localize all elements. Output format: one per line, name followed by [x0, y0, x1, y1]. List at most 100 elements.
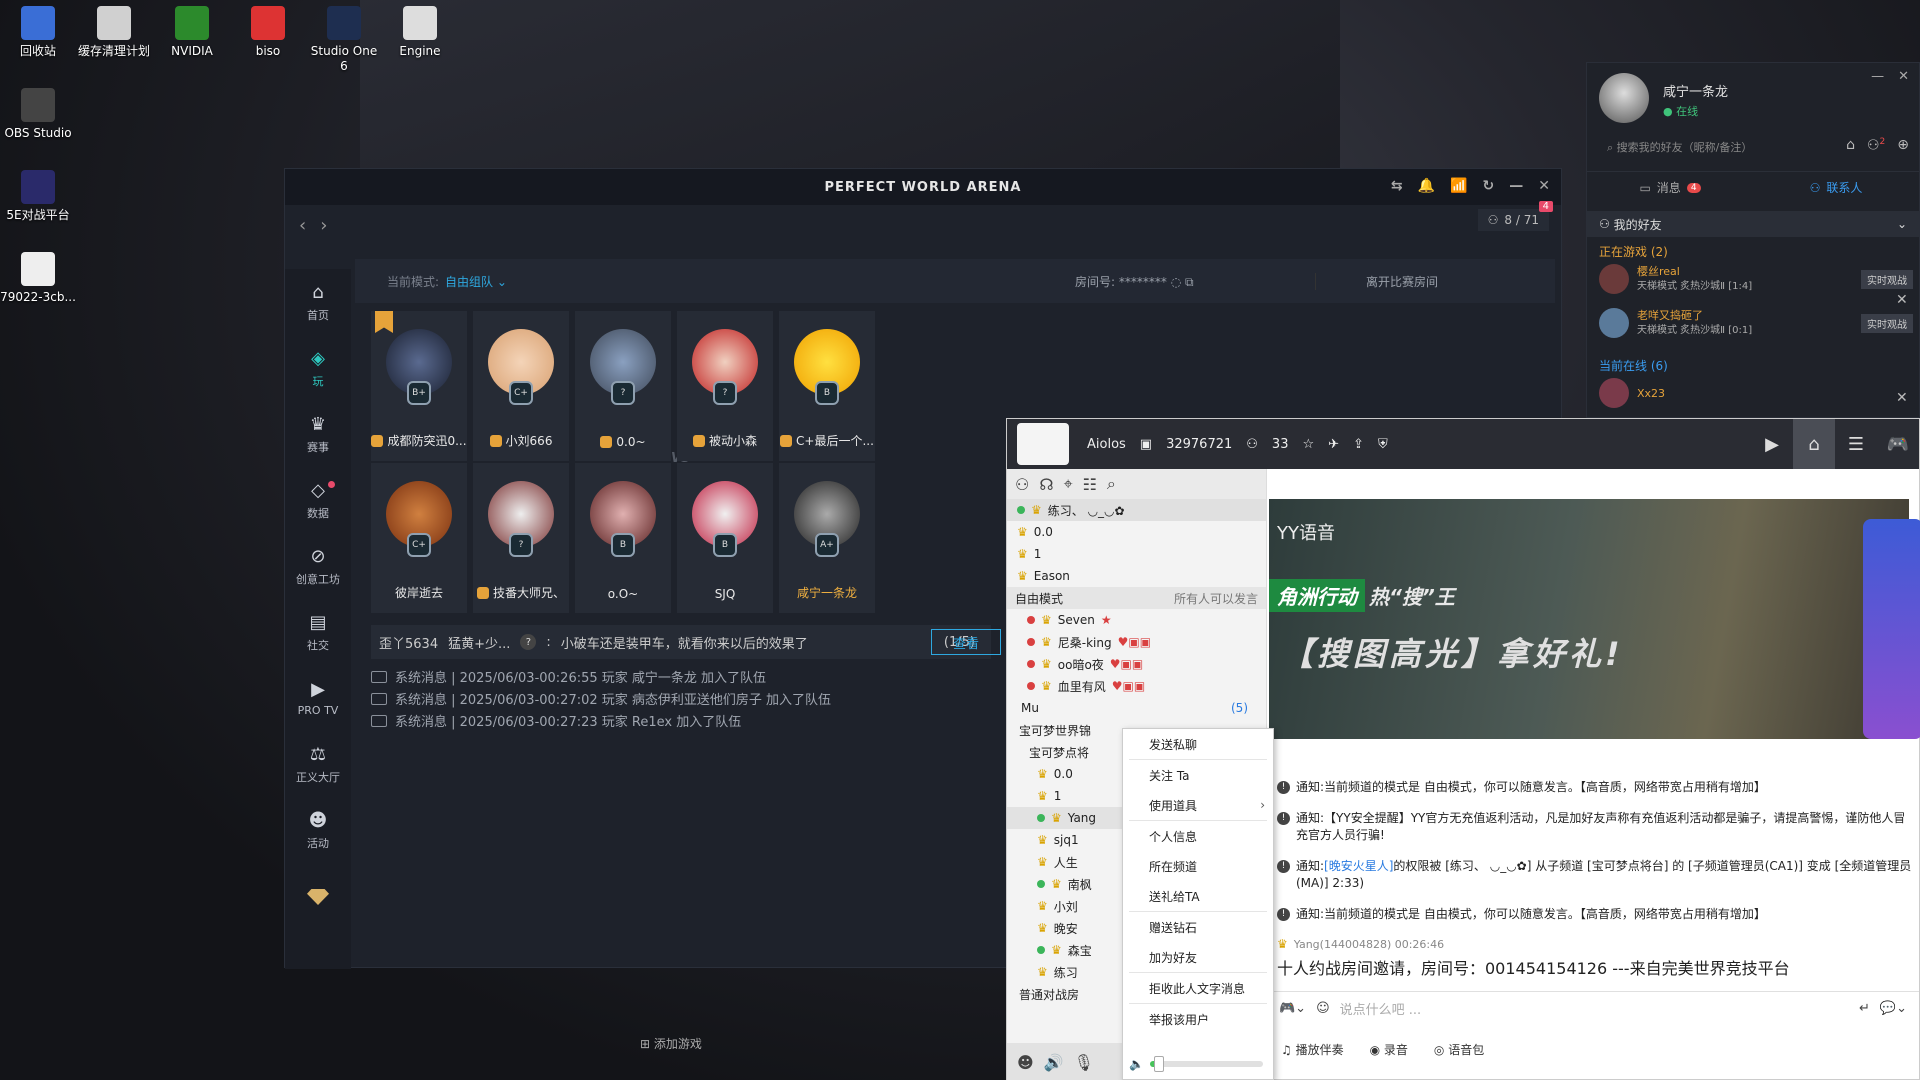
- headset-icon[interactable]: ☊: [1039, 475, 1053, 494]
- add-friend-icon[interactable]: ⚇2: [1867, 137, 1885, 154]
- bubble-icon[interactable]: 💬⌄: [1880, 1001, 1907, 1016]
- minimize-icon[interactable]: —: [1509, 178, 1524, 194]
- sub-channel-row[interactable]: Mu (5): [1007, 697, 1266, 719]
- friend-row[interactable]: 樱丝real 天梯模式 炙热沙城Ⅱ [1:4] 实时观战: [1599, 259, 1913, 299]
- notice-link[interactable]: [晚安火星人]: [1324, 859, 1393, 873]
- list-icon[interactable]: ☰: [1835, 419, 1877, 469]
- player-card[interactable]: ? 0.0~: [575, 311, 671, 461]
- copy-icon[interactable]: ⧉: [1185, 275, 1194, 289]
- player-card[interactable]: ? 被动小森: [677, 311, 773, 461]
- player-card[interactable]: C+ 彼岸逝去: [371, 463, 467, 613]
- context-menu-item[interactable]: 送礼给TA: [1123, 881, 1273, 911]
- player-card[interactable]: Bo.O~: [575, 463, 671, 613]
- tree-row[interactable]: ♛ 练习、 ◡_◡✿: [1007, 499, 1266, 521]
- promo-banner[interactable]: YY语音 角洲行动 热“搜”王 【搜图高光】拿好礼!: [1269, 499, 1920, 739]
- view-button[interactable]: 查看: [931, 629, 1001, 655]
- context-menu-item[interactable]: 举报该用户: [1123, 1004, 1273, 1034]
- context-menu-item[interactable]: 使用道具 ›: [1123, 790, 1273, 820]
- sidebar-item[interactable]: ⌂ 首页: [285, 269, 351, 335]
- video-icon[interactable]: ▶: [1751, 419, 1793, 469]
- sidebar-item[interactable]: ⊘ 创意工坊: [285, 533, 351, 599]
- friend-search[interactable]: ⌕ 搜索我的好友（昵称/备注）: [1607, 139, 1752, 155]
- player-card[interactable]: B SJQ: [677, 463, 773, 613]
- desktop-icon[interactable]: Studio One 6: [306, 6, 382, 74]
- channel-logo[interactable]: [1017, 423, 1069, 465]
- forward-icon[interactable]: ›: [320, 215, 327, 236]
- qq-status[interactable]: ● 在线: [1663, 103, 1698, 119]
- add-game-button[interactable]: ⊞ 添加游戏: [640, 1035, 702, 1052]
- player-card[interactable]: A+ 咸宁一条龙: [779, 463, 875, 613]
- tree-row[interactable]: ♛ oo暗o夜 ♥▣▣: [1007, 653, 1266, 675]
- watch-live-button[interactable]: 实时观战: [1861, 313, 1913, 333]
- zoom-icon[interactable]: ⊕: [1897, 137, 1909, 154]
- close-icon[interactable]: ✕: [1898, 69, 1909, 84]
- context-menu-item[interactable]: 加为好友: [1123, 942, 1273, 972]
- sidebar-item[interactable]: ▤ 社交: [285, 599, 351, 665]
- context-menu-item[interactable]: 所在频道: [1123, 851, 1273, 881]
- mic-icon[interactable]: 🎙: [1074, 1053, 1094, 1072]
- tree-row[interactable]: ♛ Eason: [1007, 565, 1266, 587]
- friend-group[interactable]: ⚇ 我的好友 ⌄: [1587, 211, 1919, 237]
- hat-icon[interactable]: ⌂: [1846, 137, 1855, 154]
- minimize-icon[interactable]: —: [1871, 69, 1884, 84]
- player-counter[interactable]: ⚇ 8 / 71 4: [1477, 201, 1553, 231]
- tree-row[interactable]: ♛ Seven ★: [1007, 609, 1266, 631]
- emoji-icon[interactable]: ☺: [1316, 1001, 1330, 1016]
- context-menu-item[interactable]: 发送私聊: [1123, 729, 1273, 759]
- location-icon[interactable]: ⌖: [1064, 474, 1073, 494]
- context-menu-item[interactable]: 关注 Ta: [1123, 760, 1273, 790]
- action-button[interactable]: ◎ 语音包: [1434, 1041, 1484, 1058]
- side-promo[interactable]: [1863, 519, 1920, 739]
- notes-icon[interactable]: ☷: [1083, 475, 1097, 494]
- desktop-icon[interactable]: 5E对战平台: [0, 170, 76, 223]
- close-icon[interactable]: ✕: [1538, 178, 1551, 194]
- refresh-icon[interactable]: ↻: [1483, 178, 1496, 194]
- player-card[interactable]: B C+最后一个...: [779, 311, 875, 461]
- action-button[interactable]: ♫ 播放伴奏: [1281, 1041, 1344, 1058]
- search-icon[interactable]: ⌕: [1107, 474, 1116, 494]
- channel-name[interactable]: Aiolos: [1087, 437, 1126, 452]
- leave-room-button[interactable]: 离开比赛房间: [1315, 272, 1438, 290]
- tree-row[interactable]: ♛ 尼桑-king ♥▣▣: [1007, 631, 1266, 653]
- desktop-icon[interactable]: 缓存清理计划: [76, 6, 152, 59]
- star-icon[interactable]: ☆: [1302, 437, 1314, 452]
- plane-icon[interactable]: ✈: [1328, 437, 1339, 452]
- share-icon[interactable]: ⇪: [1353, 437, 1364, 452]
- context-menu-item[interactable]: 赠送钻石: [1123, 912, 1273, 942]
- action-button[interactable]: ◉ 录音: [1370, 1041, 1408, 1058]
- bell-icon[interactable]: 🔔: [1418, 178, 1436, 194]
- gamepad-icon[interactable]: 🎮⌄: [1279, 1001, 1306, 1016]
- home-icon[interactable]: ⌂: [1793, 419, 1835, 469]
- tab-contacts[interactable]: ⚇ 联系人: [1753, 172, 1919, 203]
- eye-icon[interactable]: ◌: [1171, 275, 1181, 289]
- signal-icon[interactable]: 📶: [1450, 178, 1468, 194]
- user-icon[interactable]: ⚇: [1015, 475, 1029, 494]
- desktop-icon[interactable]: Engine: [382, 6, 458, 59]
- tree-row[interactable]: ♛ 血里有风 ♥▣▣: [1007, 675, 1266, 697]
- speaker-icon[interactable]: 🔈: [1129, 1057, 1144, 1071]
- send-icon[interactable]: ↵: [1859, 1001, 1870, 1016]
- context-menu-item[interactable]: 个人信息: [1123, 821, 1273, 851]
- player-card[interactable]: C+ 小刘666: [473, 311, 569, 461]
- online-section[interactable]: 当前在线 (6): [1599, 357, 1668, 374]
- player-card[interactable]: B+ 成都防突迅0...: [371, 311, 467, 461]
- sidebar-item[interactable]: ◇ 数据: [285, 467, 351, 533]
- sidebar-item[interactable]: ◈ 玩: [285, 335, 351, 401]
- self-avatar[interactable]: ☻: [1017, 1053, 1034, 1072]
- desktop-icon[interactable]: 回收站: [0, 6, 76, 59]
- player-card[interactable]: ? 技番大师兄、: [473, 463, 569, 613]
- chat-input[interactable]: 说点什么吧 ...: [1340, 999, 1422, 1018]
- sidebar-item[interactable]: ☻ 活动: [285, 797, 351, 863]
- tree-row[interactable]: ♛ 0.0: [1007, 521, 1266, 543]
- desktop-icon[interactable]: OBS Studio: [0, 88, 76, 141]
- help-icon[interactable]: ?: [520, 634, 537, 650]
- sidebar-item[interactable]: ⚖ 正义大厅: [285, 731, 351, 797]
- close-icon[interactable]: ✕: [1896, 292, 1908, 308]
- swap-icon[interactable]: ⇆: [1391, 178, 1404, 194]
- watch-live-button[interactable]: 实时观战: [1861, 269, 1913, 289]
- tree-row[interactable]: ♛ 1: [1007, 543, 1266, 565]
- gamepad-icon[interactable]: 🎮: [1877, 419, 1919, 469]
- volume-slider[interactable]: [1149, 1056, 1263, 1072]
- speaker-icon[interactable]: 🔊: [1044, 1053, 1064, 1072]
- friend-row[interactable]: 老咩又捣砸了 天梯模式 炙热沙城Ⅱ [0:1] 实时观战: [1599, 303, 1913, 343]
